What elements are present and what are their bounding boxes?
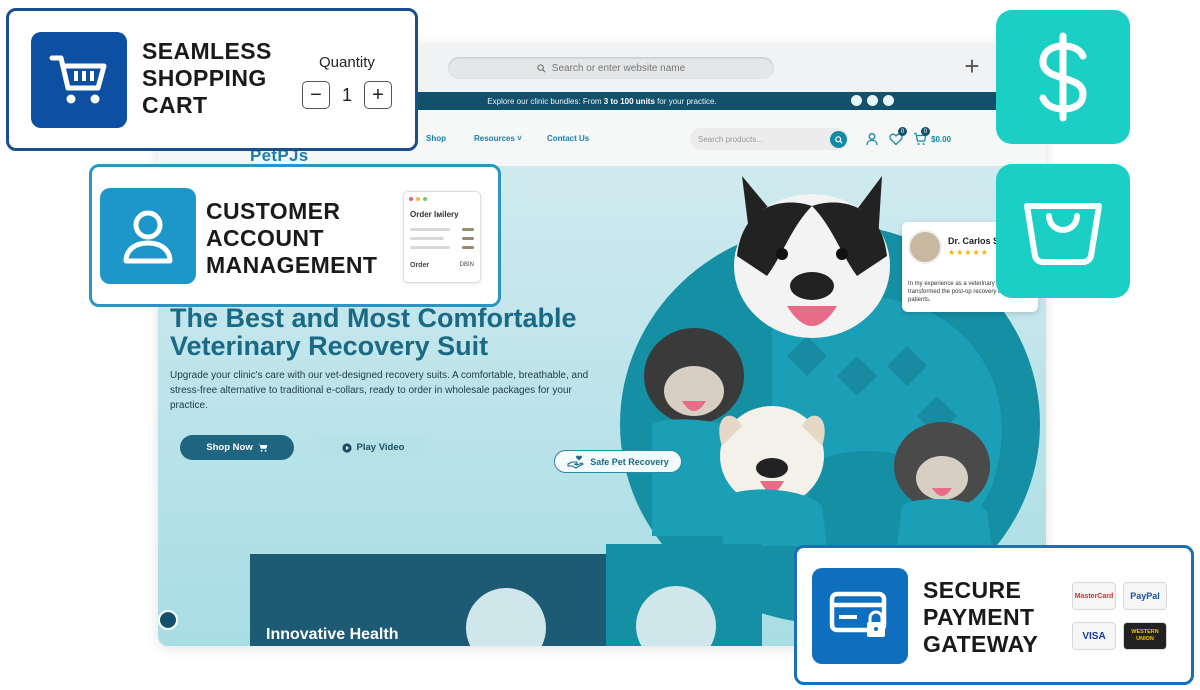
cart-count-badge: 0 [921,127,930,136]
order-line [462,237,474,240]
shop-now-label: Shop Now [206,442,253,453]
feature-card-heading: Innovative Health [266,626,399,643]
shopping-bag-icon [1024,203,1102,265]
play-video-button[interactable]: Play Video [316,435,430,460]
search-button[interactable] [830,131,847,148]
safe-pet-recovery-label: Safe Pet Recovery [590,456,669,467]
safe-pet-recovery-badge: Safe Pet Recovery [554,450,682,473]
feature-card-shopping-cart: SEAMLESS SHOPPING CART Quantity − 1 + [6,8,418,151]
order-history-preview: Order Iмilery Order DBIN [403,191,481,283]
reviewer-avatar [908,230,942,264]
credit-card-lock-icon [829,591,887,637]
dollar-tile [996,10,1130,144]
facebook-icon[interactable] [851,95,862,106]
order-line [462,228,474,231]
order-line [410,237,444,240]
social-links [851,95,894,106]
search-icon [537,63,546,73]
visa-logo: VISA [1072,622,1116,650]
account-icon[interactable] [865,132,879,146]
order-footer-value: DBIN [459,262,474,268]
wishlist-count-badge: 0 [898,127,907,136]
nav-link-shop[interactable]: Shop [426,134,446,143]
user-icon [123,210,173,264]
account-feature-title: CUSTOMER ACCOUNT MANAGEMENT [206,198,378,278]
order-line [410,246,450,249]
product-search-input[interactable]: Search products... [690,128,848,150]
hero-description: Upgrade your clinic's care with our vet-… [170,370,589,411]
product-thumbnail [466,588,546,646]
payment-feature-title: SECURE PAYMENT GATEWAY [923,577,1039,657]
announcement-text: Explore our clinic bundles: From 3 to 10… [487,96,717,106]
window-dots [409,197,427,201]
increase-quantity-button[interactable]: + [364,81,392,109]
order-history-header: Order Iмilery [410,210,459,219]
instagram-icon[interactable] [867,95,878,106]
order-line [410,228,450,231]
cart-total[interactable]: $0.00 [931,135,951,144]
shopping-bag-tile [996,164,1130,298]
linkedin-icon[interactable] [883,95,894,106]
decrease-quantity-button[interactable]: − [302,81,330,109]
order-line [462,246,474,249]
address-bar[interactable]: Search or enter website name [448,57,774,79]
reviewer-name: Dr. Carlos S [948,236,1000,246]
paypal-logo: PayPal [1123,582,1167,610]
accessibility-button[interactable] [158,610,178,630]
search-icon [834,135,843,144]
product-thumbnail [636,586,716,646]
play-circle-icon [341,442,352,453]
feature-card-secure-payment: SECURE PAYMENT GATEWAY MasterCard PayPal… [794,545,1194,685]
feature-card-secondary[interactable] [606,544,762,646]
address-placeholder: Search or enter website name [551,62,686,74]
rating-stars: ★★★★★ [948,248,989,257]
hand-heart-icon [567,455,585,469]
shopping-cart-icon [49,55,107,104]
new-tab-button[interactable]: + [960,53,984,79]
quantity-value[interactable]: 1 [342,85,352,106]
cart-icon [257,443,268,452]
nav-link-contact[interactable]: Contact Us [547,134,589,143]
feature-card-account-management: CUSTOMER ACCOUNT MANAGEMENT Order Iмiler… [89,164,501,307]
play-video-label: Play Video [356,442,405,453]
nav-link-resources[interactable]: Resources ˅ [474,134,522,143]
shop-now-button[interactable]: Shop Now [180,435,294,460]
mastercard-logo: MasterCard [1072,582,1116,610]
hero-title: The Best and Most Comfortable Veterinary… [170,303,577,361]
cart-feature-title: SEAMLESS SHOPPING CART [142,38,272,118]
feature-card-innovative-health[interactable]: Innovative Health [250,554,606,646]
payment-icon-tile [812,568,908,664]
western-union-logo: WESTERN UNION [1123,622,1167,650]
dollar-icon [1039,32,1087,122]
account-icon-tile [100,188,196,284]
order-footer-label: Order [410,262,430,269]
cart-icon-tile [31,32,127,128]
quantity-stepper: − 1 + [302,81,392,109]
quantity-label: Quantity [319,54,375,71]
